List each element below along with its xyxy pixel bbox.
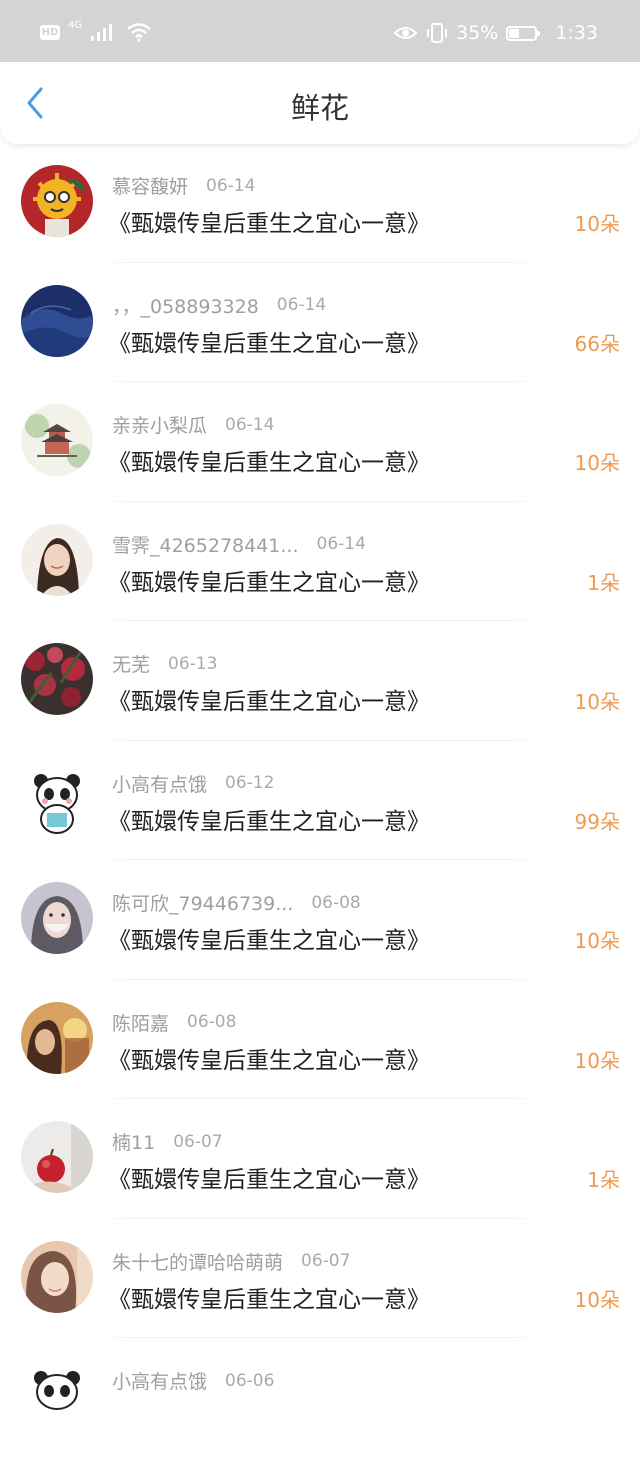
name-line: 雪霁_4265278441... 06-14 xyxy=(112,531,366,558)
user-name: 雪霁_4265278441... xyxy=(112,534,299,557)
panda-avatar[interactable] xyxy=(21,1360,93,1432)
book-title: 《甄嬛传皇后重生之宜心一意》 xyxy=(108,1286,430,1313)
name-line: ，，_058893328 06-14 xyxy=(112,292,326,319)
eye-icon xyxy=(393,27,418,39)
flower-count: 99朵 xyxy=(574,809,620,834)
list-item[interactable]: 雪霁_4265278441... 06-14 《甄嬛传皇后重生之宜心一意》 1朵 xyxy=(0,502,640,621)
name-line: 小高有点饿 06-12 xyxy=(112,770,274,797)
sunset-girl-avatar[interactable] xyxy=(21,1001,93,1074)
user-name: 亲亲小梨瓜 xyxy=(112,415,208,437)
list-item[interactable]: 小高有点饿 06-12 《甄嬛传皇后重生之宜心一意》 99朵 xyxy=(0,741,640,860)
book-title: 《甄嬛传皇后重生之宜心一意》 xyxy=(108,689,430,715)
user-name: 楠11 xyxy=(112,1132,156,1154)
flower-count: 10朵 xyxy=(574,451,620,475)
name-line: 慕容馥妍 06-14 xyxy=(112,172,255,199)
wifi-icon xyxy=(127,23,151,42)
flower-count: 10朵 xyxy=(574,929,620,953)
list-item[interactable]: 亲亲小梨瓜 06-14 《甄嬛传皇后重生之宜心一意》 10朵 xyxy=(0,382,640,502)
date: 06-14 xyxy=(206,175,256,196)
book-title: 《甄嬛传皇后重生之宜心一意》 xyxy=(108,808,430,835)
user-name: 小高有点饿 xyxy=(112,773,208,796)
date: 06-13 xyxy=(168,653,218,674)
date: 06-14 xyxy=(276,295,327,315)
book-title: 《甄嬛传皇后重生之宜心一意》 xyxy=(108,1167,430,1193)
name-line: 亲亲小梨瓜 06-14 xyxy=(112,411,274,438)
battery-percent: 35% xyxy=(456,22,499,44)
status-right: 35% 1:33 xyxy=(393,22,598,44)
blue-dunes-avatar[interactable] xyxy=(21,284,93,357)
date: 06-08 xyxy=(187,1012,237,1032)
list-item[interactable]: 无芜 06-13 《甄嬛传皇后重生之宜心一意》 10朵 xyxy=(0,621,640,741)
masked-girl-avatar[interactable] xyxy=(21,882,93,954)
battery-icon xyxy=(506,25,541,41)
status-left: HD 4G xyxy=(40,19,152,42)
date: 06-06 xyxy=(225,1370,275,1391)
date: 06-08 xyxy=(311,892,361,913)
user-name: 无芜 xyxy=(112,654,151,676)
flower-count: 66朵 xyxy=(574,331,620,356)
flower-count: 1朵 xyxy=(587,570,620,595)
vibrate-icon xyxy=(427,23,448,43)
book-title: 《甄嬛传皇后重生之宜心一意》 xyxy=(108,569,430,596)
flower-count: 10朵 xyxy=(574,1048,620,1073)
network-type: 4G xyxy=(68,19,83,31)
flower-count: 1朵 xyxy=(587,1168,620,1192)
hd-badge: HD xyxy=(40,24,60,40)
list-item[interactable]: 楠11 06-07 《甄嬛传皇后重生之宜心一意》 1朵 xyxy=(0,1099,640,1219)
user-name: 慕容馥妍 xyxy=(112,176,189,198)
list-item[interactable]: 朱十七的谭哈哈萌萌 06-07 《甄嬛传皇后重生之宜心一意》 10朵 xyxy=(0,1219,640,1338)
date: 06-14 xyxy=(316,534,366,554)
name-line: 无芜 06-13 xyxy=(112,650,217,677)
nav-bar: 鲜花 xyxy=(0,62,640,145)
cartoon-sun-avatar[interactable] xyxy=(21,165,93,237)
pagoda-painting-avatar[interactable] xyxy=(21,404,93,476)
list-item[interactable]: 陈可欣_79446739... 06-08 《甄嬛传皇后重生之宜心一意》 10朵 xyxy=(0,860,640,980)
name-line: 朱十七的谭哈哈萌萌 06-07 xyxy=(112,1248,350,1275)
clock: 1:33 xyxy=(555,22,598,44)
panda-avatar[interactable] xyxy=(21,762,93,835)
name-line: 陈可欣_79446739... 06-08 xyxy=(112,889,361,916)
flower-count: 10朵 xyxy=(574,212,620,236)
book-title: 《甄嬛传皇后重生之宜心一意》 xyxy=(108,928,430,954)
date: 06-07 xyxy=(173,1131,223,1152)
name-line: 陈陌嘉 06-08 xyxy=(112,1009,236,1036)
red-flowers-avatar[interactable] xyxy=(21,643,93,715)
book-title: 《甄嬛传皇后重生之宜心一意》 xyxy=(108,211,430,237)
page-title: 鲜花 xyxy=(290,91,349,125)
date: 06-14 xyxy=(225,414,275,435)
woman-portrait-avatar[interactable] xyxy=(21,523,93,596)
user-name: ，，_058893328 xyxy=(112,295,259,318)
book-title: 《甄嬛传皇后重生之宜心一意》 xyxy=(108,330,430,357)
date: 06-12 xyxy=(225,773,275,793)
user-name: 陈可欣_79446739... xyxy=(112,893,294,915)
soft-portrait-avatar[interactable] xyxy=(21,1240,93,1313)
name-line: 小高有点饿 06-06 xyxy=(112,1367,274,1394)
list-item[interactable]: 陈陌嘉 06-08 《甄嬛传皇后重生之宜心一意》 10朵 xyxy=(0,980,640,1099)
user-name: 陈陌嘉 xyxy=(112,1012,170,1035)
user-name: 小高有点饿 xyxy=(112,1371,208,1393)
apple-avatar[interactable] xyxy=(21,1121,93,1193)
signal-icon xyxy=(91,24,113,41)
status-bar: HD 4G 35% 1:33 xyxy=(0,0,640,62)
date: 06-07 xyxy=(301,1251,351,1271)
book-title: 《甄嬛传皇后重生之宜心一意》 xyxy=(108,450,430,476)
user-name: 朱十七的谭哈哈萌萌 xyxy=(112,1251,284,1274)
flower-count: 10朵 xyxy=(574,1287,620,1312)
book-title: 《甄嬛传皇后重生之宜心一意》 xyxy=(108,1047,430,1074)
list-item[interactable]: 小高有点饿 06-06 xyxy=(0,1338,640,1458)
list-item[interactable]: ，，_058893328 06-14 《甄嬛传皇后重生之宜心一意》 66朵 xyxy=(0,263,640,382)
name-line: 楠11 06-07 xyxy=(112,1128,223,1155)
flower-list: 慕容馥妍 06-14 《甄嬛传皇后重生之宜心一意》 10朵 ，，_0588933… xyxy=(0,143,640,1458)
list-item[interactable]: 慕容馥妍 06-14 《甄嬛传皇后重生之宜心一意》 10朵 xyxy=(0,143,640,263)
flower-count: 10朵 xyxy=(574,690,620,714)
